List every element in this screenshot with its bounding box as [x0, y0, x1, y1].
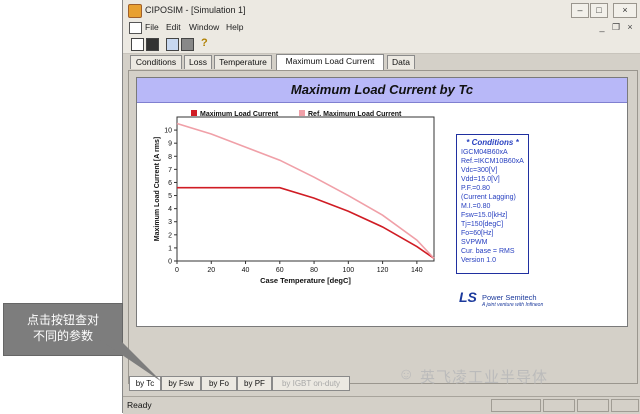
x-tick-label: 140 — [411, 267, 423, 274]
y-tick-label: 4 — [168, 206, 172, 213]
y-tick-label: 2 — [168, 232, 172, 239]
logo-name: Power Semitech — [482, 293, 537, 302]
menu-file[interactable]: File — [145, 22, 159, 32]
new-icon[interactable] — [131, 38, 144, 51]
condition-line: IGCM04B60xA — [461, 149, 508, 156]
status-pane — [577, 399, 609, 412]
condition-line: Vdd=15.0[V] — [461, 176, 500, 183]
x-axis-label: Case Temperature [degC] — [260, 276, 351, 285]
mdi-close-button[interactable]: × — [625, 22, 635, 32]
condition-line: Cur. base = RMS — [461, 248, 515, 255]
x-tick-label: 120 — [377, 267, 389, 274]
plot-frame — [176, 116, 435, 262]
menu-window[interactable]: Window — [189, 22, 219, 32]
condition-line: P.F.=0.80 — [461, 185, 490, 192]
print-icon[interactable] — [181, 38, 194, 51]
menu-edit[interactable]: Edit — [166, 22, 181, 32]
legend-swatch — [299, 110, 305, 116]
tab-by-fo[interactable]: by Fo — [201, 376, 237, 391]
toolbar: ? — [123, 35, 640, 54]
status-pane — [611, 399, 639, 412]
status-bar: Ready — [123, 396, 640, 414]
x-tick-label: 100 — [342, 267, 354, 274]
status-text: Ready — [127, 400, 152, 410]
y-tick-label: 10 — [164, 128, 172, 135]
y-tick-label: 8 — [168, 154, 172, 161]
window-title: CIPOSIM - [Simulation 1] — [145, 5, 246, 15]
condition-line: Fo=60[Hz] — [461, 230, 494, 237]
chart-title: Maximum Load Current by Tc — [290, 82, 474, 97]
condition-line: M.I.=0.80 — [461, 203, 491, 210]
watermark-icon: ☺ — [398, 366, 415, 383]
tab-strip: Conditions Loss Temperature Maximum Load… — [123, 54, 640, 71]
y-tick-label: 7 — [168, 167, 172, 174]
y-tick-label: 6 — [168, 180, 172, 187]
tab-loss[interactable]: Loss — [184, 55, 212, 69]
help-icon[interactable]: ? — [201, 37, 208, 49]
maximize-button[interactable]: □ — [590, 3, 608, 18]
legend-label: Ref. Maximum Load Current — [308, 111, 402, 118]
callout-pointer — [100, 340, 162, 382]
x-tick-label: 80 — [310, 267, 318, 274]
tab-panel: Maximum Load Current by Tc 0 1 2 3 4 5 6 7 8 9 10 0… — [128, 70, 638, 384]
title-bar[interactable]: CIPOSIM - [Simulation 1] – □ × — [123, 0, 640, 21]
x-tick-label: 60 — [276, 267, 284, 274]
status-pane — [543, 399, 575, 412]
legend-label: Maximum Load Current — [200, 111, 279, 118]
tab-data[interactable]: Data — [387, 55, 415, 69]
tab-by-igbt-on-duty[interactable]: by IGBT on-duty — [272, 376, 350, 391]
y-tick-label: 1 — [168, 245, 172, 252]
condition-line: Vdc=300[V] — [461, 167, 498, 174]
menu-help[interactable]: Help — [226, 22, 243, 32]
ls-logo: LS — [459, 289, 477, 305]
condition-line: Version 1.0 — [461, 257, 497, 264]
condition-line: (Current Lagging) — [461, 194, 516, 201]
tab-conditions[interactable]: Conditions — [130, 55, 182, 69]
x-tick-label: 40 — [242, 267, 250, 274]
tab-temperature[interactable]: Temperature — [214, 55, 272, 69]
save-icon[interactable] — [146, 38, 159, 51]
app-window: CIPOSIM - [Simulation 1] – □ × File Edit… — [122, 0, 640, 414]
watermark: 英飞凌工业半导体 — [420, 369, 549, 386]
condition-line: SVPWM — [461, 239, 488, 246]
chart-plot: 0123456789100 20 40 60 80 100 120 140Case Tempe… — [154, 110, 435, 285]
legend-swatch — [191, 110, 197, 116]
logo-tagline: A joint venture with Infineon — [482, 302, 544, 308]
y-axis-label: Maximum Load Current [A rms] — [154, 137, 161, 241]
copy-icon[interactable] — [166, 38, 179, 51]
tab-maximum-load-current[interactable]: Maximum Load Current — [276, 54, 384, 70]
minimize-button[interactable]: – — [571, 3, 589, 18]
condition-line: Fsw=15.0[kHz] — [461, 212, 508, 219]
close-button[interactable]: × — [613, 3, 637, 18]
chart-header: Maximum Load Current by Tc — [137, 78, 627, 103]
app-icon — [128, 4, 142, 18]
y-tick-label: 3 — [168, 219, 172, 226]
x-tick-label: 0 — [175, 267, 179, 274]
conditions-box: * Conditions * IGCM04B60xA Ref.=IKCM10B6… — [456, 134, 529, 274]
conditions-title: * Conditions * — [466, 138, 519, 147]
parameter-tab-strip: by Tc by Fsw by Fo by PF by IGBT on-duty — [123, 376, 640, 392]
mdi-restore-button[interactable]: ❐ — [611, 22, 621, 33]
y-tick-label: 0 — [168, 259, 172, 266]
condition-line: Ref.=IKCM10B60xA — [461, 158, 524, 165]
condition-line: Tj=150[degC] — [461, 221, 504, 228]
document-icon[interactable] — [129, 22, 142, 34]
tab-by-pf[interactable]: by PF — [237, 376, 272, 391]
menu-bar: File Edit Window Help _ ❐ × — [123, 20, 640, 36]
status-pane — [491, 399, 541, 412]
y-tick-label: 5 — [168, 193, 172, 200]
x-tick-label: 20 — [207, 267, 215, 274]
y-tick-label: 9 — [168, 141, 172, 148]
mdi-minimize-button[interactable]: _ — [597, 22, 607, 32]
chart-panel: Maximum Load Current by Tc 0 1 2 3 4 5 6 7 8 9 10 0… — [136, 77, 628, 327]
